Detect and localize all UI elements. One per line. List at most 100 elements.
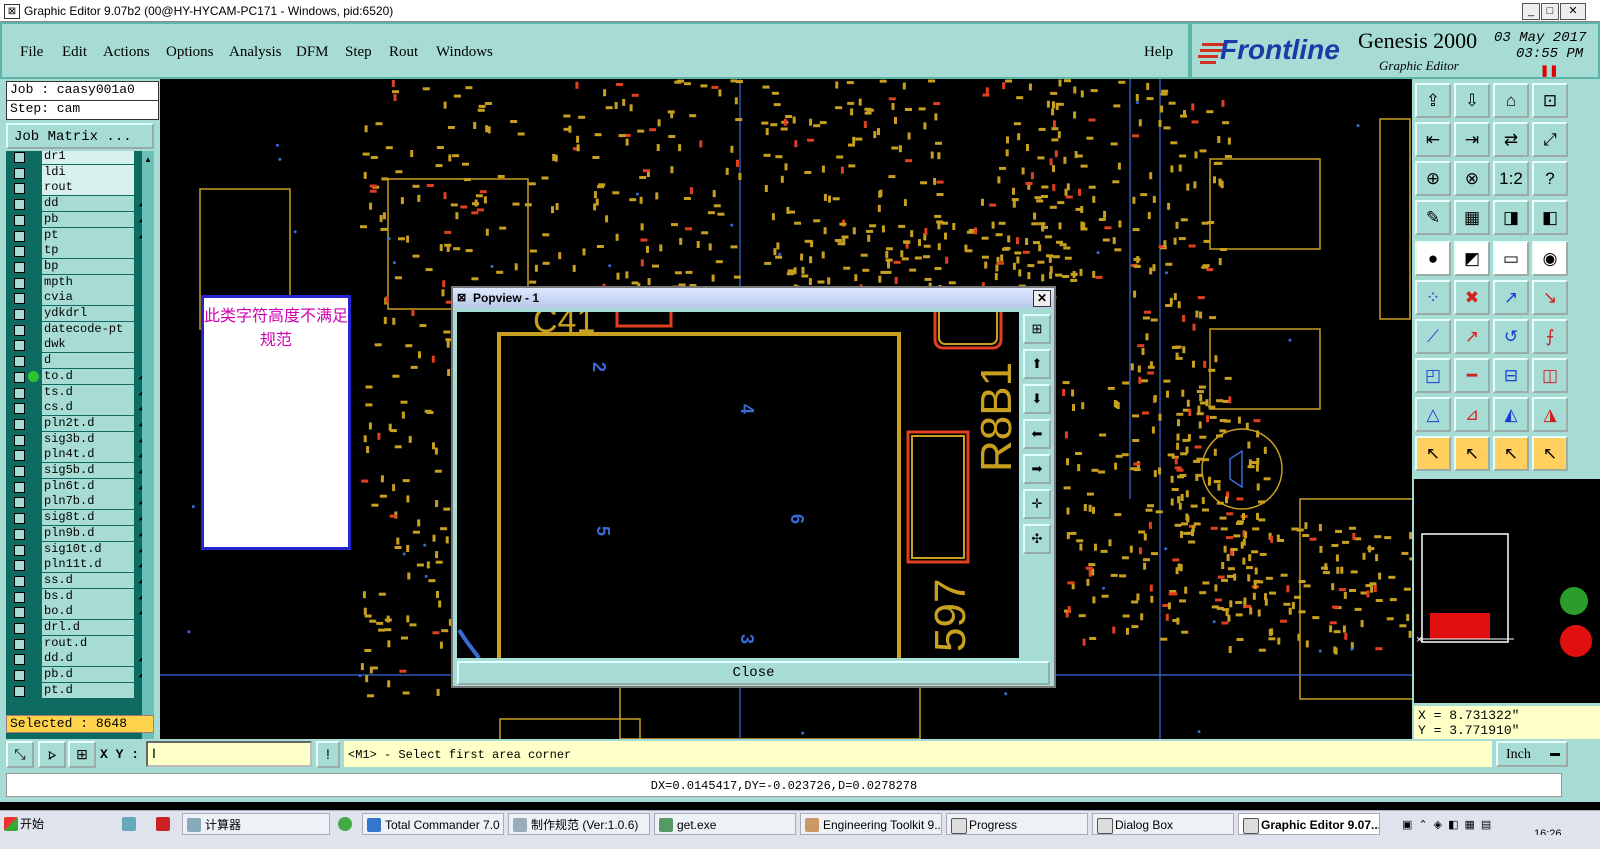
layer-row[interactable]: dwk [6, 337, 148, 353]
arrow-icon[interactable]: ↗ [1454, 319, 1490, 354]
expand-icon[interactable]: ⤢ [1532, 122, 1568, 157]
nodes-icon[interactable]: ⁘ [1415, 280, 1451, 315]
popview-zoom-out-icon[interactable]: ✣ [1023, 524, 1051, 554]
menu-help[interactable]: Help [1144, 44, 1173, 61]
layer-name[interactable]: ydkdrl [42, 306, 134, 321]
layer-row[interactable]: pb◢ [6, 211, 148, 228]
pointer-b-icon[interactable]: ↖ [1454, 436, 1490, 471]
popview-pan-right-icon[interactable]: ➡ [1023, 454, 1051, 484]
task-progress[interactable]: Progress [946, 813, 1088, 835]
layer-row[interactable]: d [6, 353, 148, 369]
triangle-b-icon[interactable]: ◭ [1493, 397, 1529, 432]
snap-icon[interactable]: ⤡ [6, 741, 34, 768]
layer-row[interactable]: ldi [6, 164, 148, 181]
layer-name[interactable]: sig3b.d [42, 431, 134, 447]
xy-input[interactable]: I [146, 741, 312, 767]
units-selector[interactable]: Inch ▬ [1496, 741, 1568, 767]
layer-row[interactable]: bo.d◢ [6, 604, 148, 620]
grid-icon[interactable]: ▦ [1454, 200, 1490, 235]
layer-name[interactable]: bp [42, 258, 134, 274]
layer-row[interactable]: cvia [6, 290, 148, 306]
layer-row[interactable]: pln7b.d◢ [6, 494, 148, 510]
layer-checkbox[interactable] [14, 638, 25, 650]
layer-name[interactable]: dr1 [42, 151, 134, 164]
layer-checkbox[interactable] [14, 261, 25, 273]
pdf-icon[interactable] [152, 813, 178, 835]
scale-icon[interactable]: 1:2 [1493, 161, 1529, 196]
popview-zoom-fit-icon[interactable]: ⊞ [1023, 314, 1051, 344]
layer-name[interactable]: cvia [42, 290, 134, 306]
layer-checkbox[interactable] [14, 371, 25, 383]
layer-checkbox[interactable] [14, 685, 25, 697]
layer-name[interactable]: pln9b.d [42, 525, 134, 541]
measure-icon[interactable]: ⦠ [38, 741, 66, 768]
layer-row[interactable]: pt◢ [6, 227, 148, 244]
layer-checkbox[interactable] [14, 309, 25, 320]
layer-checkbox[interactable] [14, 670, 25, 682]
layer-checkbox[interactable] [14, 199, 25, 211]
popview-close-icon[interactable]: ✕ [1033, 290, 1051, 307]
layer-checkbox[interactable] [14, 418, 25, 430]
layer-checkbox[interactable] [14, 183, 25, 195]
swap-icon[interactable]: ⇄ [1493, 122, 1529, 157]
pointer-icon[interactable]: ↖ [1415, 436, 1451, 471]
layer-checkbox[interactable] [14, 324, 25, 336]
layer-name[interactable]: ldi [42, 164, 134, 180]
layer-checkbox[interactable] [14, 450, 25, 462]
circle-icon[interactable]: ◉ [1532, 241, 1568, 276]
layer-name[interactable]: ss.d [42, 572, 134, 588]
triangle-icon[interactable]: △ [1415, 397, 1451, 432]
layer-row[interactable]: cs.d◢ [6, 400, 148, 416]
triangle-c-icon[interactable]: ◮ [1532, 397, 1568, 432]
layer-name[interactable]: ts.d [42, 384, 134, 400]
tray-icons[interactable]: ▣⌃◈◧▦▤ [1402, 819, 1497, 831]
layer-row[interactable]: sig3b.d◢ [6, 431, 148, 448]
layer-name[interactable]: sig10t.d [42, 541, 134, 557]
layer-checkbox[interactable] [14, 434, 25, 446]
layer-row[interactable]: bs.d◢ [6, 588, 148, 605]
layer-row[interactable]: pln9b.d◢ [6, 525, 148, 542]
maximize-button[interactable]: □ [1541, 3, 1559, 20]
layer-row[interactable]: ydkdrl [6, 306, 148, 322]
menu-analysis[interactable]: Analysis [229, 44, 282, 61]
menu-windows[interactable]: Windows [436, 44, 493, 61]
layer-name[interactable]: datecode-pt [42, 321, 134, 337]
layer-row[interactable]: ts.d◢ [6, 384, 148, 401]
shape-icon[interactable]: ◩ [1454, 241, 1490, 276]
job-matrix-button[interactable]: Job Matrix ... [6, 123, 154, 149]
task-spec-tool[interactable]: 制作规范 (Ver:1.0.6) [508, 813, 650, 835]
layer-checkbox[interactable] [14, 293, 25, 305]
layer-name[interactable]: bo.d [42, 604, 134, 620]
pad-icon[interactable]: ● [1415, 241, 1451, 276]
popview-close-button[interactable]: Close [457, 661, 1050, 685]
layer-name[interactable]: d [42, 353, 134, 369]
layer-checkbox[interactable] [14, 214, 25, 226]
layer-icon[interactable]: ◨ [1493, 200, 1529, 235]
layer-row[interactable]: dd◢ [6, 196, 148, 212]
layer-row[interactable]: datecode-pt [6, 321, 148, 338]
start-button[interactable]: 开始 [0, 813, 50, 835]
triangle-a-icon[interactable]: ⊿ [1454, 397, 1490, 432]
ie-icon[interactable] [334, 813, 360, 835]
close-window-button[interactable]: ✕ [1560, 3, 1586, 20]
layer-name[interactable]: drl.d [42, 620, 134, 635]
overview-map[interactable]: × [1414, 479, 1600, 703]
menu-edit[interactable]: Edit [62, 44, 87, 61]
popview-pan-down-icon[interactable]: ⬇ [1023, 384, 1051, 414]
layer-row[interactable]: sig5b.d◢ [6, 463, 148, 479]
layers-icon[interactable]: ◧ [1532, 200, 1568, 235]
pointer-d-icon[interactable]: ↖ [1532, 436, 1568, 471]
pointer-c-icon[interactable]: ↖ [1493, 436, 1529, 471]
layer-checkbox[interactable] [14, 340, 25, 352]
layer-row[interactable]: pb.d◢ [6, 667, 148, 683]
layer-row[interactable]: ss.d◢ [6, 572, 148, 589]
layer-name[interactable]: pln6t.d [42, 478, 134, 494]
layer-name[interactable]: pt.d [42, 682, 134, 698]
layer-row[interactable]: rout.d [6, 635, 148, 652]
alert-icon[interactable]: ! [316, 741, 340, 768]
home-icon[interactable]: ⌂ [1493, 83, 1529, 118]
line-draw-icon[interactable]: ⟋ [1415, 319, 1451, 354]
layer-checkbox[interactable] [14, 481, 25, 493]
layer-name[interactable]: pln7b.d [42, 494, 134, 510]
layer-name[interactable]: pb.d [42, 667, 134, 683]
